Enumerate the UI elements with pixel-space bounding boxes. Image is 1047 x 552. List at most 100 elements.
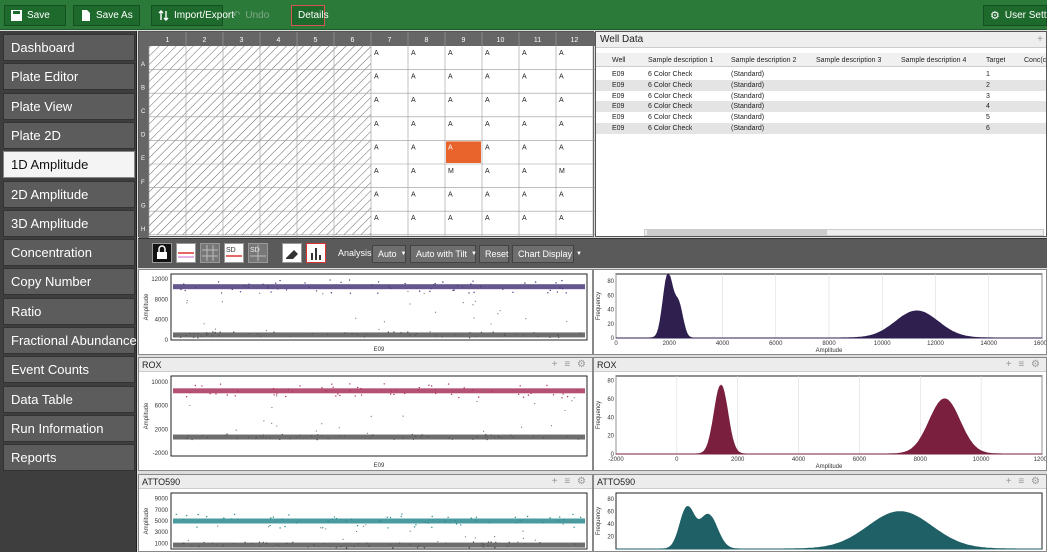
well-cell-label[interactable]: A: [559, 97, 564, 104]
chart-display-dropdown[interactable]: Chart Display ▼: [512, 245, 582, 263]
sidebar-item-ratio[interactable]: Ratio: [3, 297, 135, 325]
well-cell-label[interactable]: A: [559, 74, 564, 81]
sidebar-item-plate-2d[interactable]: Plate 2D: [3, 121, 135, 149]
sd-grid-icon[interactable]: SD: [248, 243, 268, 263]
well-cell-label[interactable]: A: [448, 97, 453, 104]
column-header[interactable]: Sample description 1: [648, 55, 713, 66]
grid-threshold-icon[interactable]: [200, 243, 220, 263]
table-row[interactable]: E09 6 Color Check (Standard) 3: [596, 90, 1046, 102]
histogram-icon[interactable]: [306, 243, 326, 263]
user-settings-button[interactable]: ⚙ User Settings: [983, 5, 1047, 26]
well-cell-label[interactable]: A: [485, 50, 490, 57]
amplitude-scatter-plot[interactable]: 12000 8000 4000 0 Amplitude E09: [139, 270, 593, 355]
column-header[interactable]: Target: [986, 55, 1005, 66]
well-cell-label[interactable]: A: [522, 121, 527, 128]
well-cell-label[interactable]: A: [559, 50, 564, 57]
well-cell-label[interactable]: A: [448, 144, 453, 151]
well-cell-label[interactable]: M: [559, 168, 565, 175]
sidebar-item-3d-amplitude[interactable]: 3D Amplitude: [3, 209, 135, 237]
well-cell-label[interactable]: A: [559, 215, 564, 222]
table-row[interactable]: E09 6 Color Check (Standard) 4: [596, 101, 1046, 113]
details-button[interactable]: Details: [291, 5, 329, 26]
well-cell-label[interactable]: A: [485, 97, 490, 104]
plate-column-header[interactable]: 1: [166, 37, 170, 44]
sidebar-item-run-information[interactable]: Run Information: [3, 414, 135, 442]
well-cell-label[interactable]: A: [559, 144, 564, 151]
panel-tools-icon[interactable]: + ≡ ⚙: [552, 358, 588, 372]
plate-row-header[interactable]: A: [141, 62, 145, 68]
sidebar-item-dashboard[interactable]: Dashboard: [3, 34, 135, 61]
sidebar-item-event-counts[interactable]: Event Counts: [3, 356, 135, 384]
column-header[interactable]: Conc(c: [1024, 55, 1046, 66]
sidebar-item-copy-number[interactable]: Copy Number: [3, 268, 135, 296]
well-cell-label[interactable]: A: [374, 168, 379, 175]
plate-row-header[interactable]: H: [141, 227, 145, 233]
plate-row-header[interactable]: C: [141, 109, 146, 115]
column-header[interactable]: Well: [612, 55, 625, 66]
well-cell-label[interactable]: A: [522, 74, 527, 81]
panel-tools-icon[interactable]: + ≡ ⚙: [1006, 358, 1042, 372]
well-cell-label[interactable]: A: [448, 74, 453, 81]
amplitude-histogram[interactable]: 0 2000 4000 6000 8000 10000 12000 14000 16000 80 6…: [594, 270, 1047, 355]
plate-column-header[interactable]: 4: [277, 37, 281, 44]
add-icon[interactable]: +: [1037, 32, 1043, 47]
well-cell-label[interactable]: A: [374, 144, 379, 151]
well-cell-label[interactable]: A: [411, 74, 416, 81]
plate-column-header[interactable]: 3: [240, 37, 244, 44]
amplitude-scatter-plot[interactable]: 10000 6000 2000 -2000 Amplitude E09: [139, 372, 593, 471]
well-cell-label[interactable]: A: [374, 192, 379, 199]
well-cell-label[interactable]: A: [485, 192, 490, 199]
amplitude-histogram[interactable]: -200002000400060008000100001200080604020…: [594, 372, 1047, 471]
well-cell-label[interactable]: A: [448, 215, 453, 222]
reset-button[interactable]: Reset: [479, 245, 509, 263]
well-cell-label[interactable]: A: [485, 168, 490, 175]
plate-column-header[interactable]: 6: [351, 37, 355, 44]
plate-column-header[interactable]: 5: [314, 37, 318, 44]
panel-tools-icon[interactable]: + ≡ ⚙: [1006, 475, 1042, 489]
plate-column-header[interactable]: 8: [425, 37, 429, 44]
well-cell-label[interactable]: A: [411, 192, 416, 199]
well-cell-label[interactable]: A: [522, 50, 527, 57]
plate-column-header[interactable]: 10: [497, 37, 505, 44]
save-button[interactable]: Save: [4, 5, 66, 26]
well-cell-label[interactable]: A: [411, 121, 416, 128]
panel-tools-icon[interactable]: + ≡ ⚙: [552, 475, 588, 489]
plate-row-header[interactable]: D: [141, 133, 146, 139]
plate-row-header[interactable]: E: [141, 156, 145, 162]
well-cell-label[interactable]: A: [559, 121, 564, 128]
plate-column-header[interactable]: 12: [571, 37, 579, 44]
sidebar-item-data-table[interactable]: Data Table: [3, 385, 135, 413]
table-row[interactable]: E09 6 Color Check (Standard) 5: [596, 112, 1046, 124]
plate-column-header[interactable]: 11: [534, 37, 541, 44]
well-cell-label[interactable]: A: [374, 50, 379, 57]
well-cell-label[interactable]: M: [448, 168, 454, 175]
sidebar-item-fractional-abundance[interactable]: Fractional Abundance: [3, 327, 137, 354]
plate-row-header[interactable]: B: [141, 85, 145, 91]
horizontal-scrollbar[interactable]: [644, 229, 1044, 236]
sidebar-item-concentration[interactable]: Concentration: [3, 239, 135, 267]
sd-threshold-icon[interactable]: SD: [224, 243, 244, 263]
column-header[interactable]: Sample description 3: [816, 55, 881, 66]
auto-with-tilt-dropdown[interactable]: Auto with Tilt ▼: [410, 245, 477, 263]
plate-row-header[interactable]: F: [141, 180, 145, 186]
well-cell-label[interactable]: A: [374, 121, 379, 128]
well-cell-label[interactable]: A: [374, 215, 379, 222]
well-cell-label[interactable]: A: [522, 215, 527, 222]
save-as-button[interactable]: Save As: [73, 5, 140, 26]
well-cell-label[interactable]: A: [485, 74, 490, 81]
well-cell-label[interactable]: A: [411, 215, 416, 222]
plate-row-header[interactable]: G: [141, 203, 146, 209]
well-cell-label[interactable]: A: [448, 50, 453, 57]
lock-icon[interactable]: [152, 243, 172, 263]
amplitude-histogram[interactable]: 80 60 40 20 Frequency: [594, 489, 1047, 552]
plate-column-header[interactable]: 2: [203, 37, 207, 44]
sidebar-item-1d-amplitude[interactable]: 1D Amplitude: [3, 151, 135, 179]
well-cell-label[interactable]: A: [522, 192, 527, 199]
well-cell-label[interactable]: A: [411, 50, 416, 57]
well-cell-label[interactable]: A: [374, 74, 379, 81]
eraser-icon[interactable]: [282, 243, 302, 263]
well-cell-label[interactable]: A: [448, 192, 453, 199]
import-export-button[interactable]: Import/Export: [151, 5, 234, 26]
well-cell-label[interactable]: A: [559, 192, 564, 199]
sidebar-item-plate-editor[interactable]: Plate Editor: [3, 63, 135, 91]
